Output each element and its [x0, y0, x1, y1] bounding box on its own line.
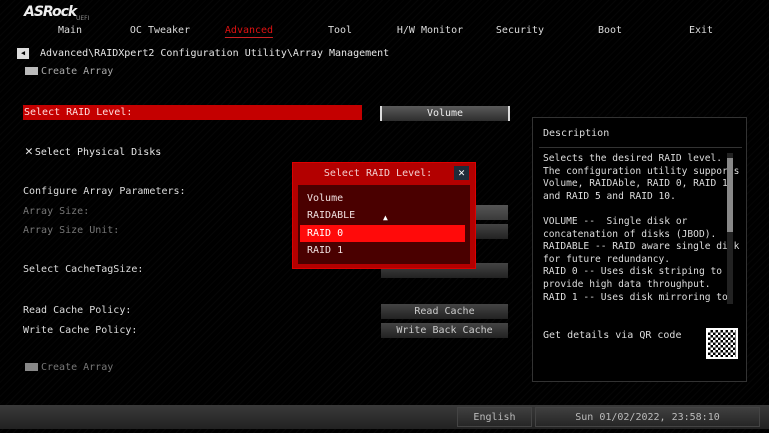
select-physical-disks-label: Select Physical Disks	[35, 147, 161, 158]
mouse-cursor-icon: ▲	[383, 213, 388, 222]
tools-icon: ✕	[25, 144, 33, 159]
cache-tag-size-label: Select CacheTagSize:	[23, 264, 143, 275]
datetime-display: Sun 01/02/2022, 23:58:10	[535, 407, 760, 427]
configure-array-label: Configure Array Parameters:	[23, 186, 186, 197]
tab-advanced[interactable]: Advanced	[225, 25, 273, 38]
folder-icon	[25, 67, 38, 75]
folder-icon	[25, 363, 38, 371]
read-cache-button[interactable]: Read Cache	[381, 304, 508, 319]
popup-title: Select RAID Level:	[293, 168, 463, 179]
raid-level-popup: Select RAID Level: ✕ Volume RAIDABLE RAI…	[292, 162, 476, 269]
raid-level-button[interactable]: Volume	[380, 106, 510, 121]
select-raid-level-row[interactable]: Select RAID Level:	[23, 105, 362, 120]
tab-boot[interactable]: Boot	[598, 25, 622, 36]
qr-label: Get details via QR code	[543, 330, 681, 341]
divider	[539, 147, 742, 148]
read-cache-policy-label: Read Cache Policy:	[23, 305, 131, 316]
tab-exit[interactable]: Exit	[689, 25, 713, 36]
status-bar: English Sun 01/02/2022, 23:58:10	[0, 405, 769, 429]
tab-security[interactable]: Security	[496, 25, 544, 36]
tab-main[interactable]: Main	[58, 25, 82, 36]
close-icon[interactable]: ✕	[454, 166, 469, 180]
popup-option-list: Volume RAIDABLE RAID 0 RAID 1	[298, 185, 470, 264]
description-text: Selects the desired RAID level. The conf…	[543, 153, 739, 304]
create-array-top[interactable]: Create Array	[25, 66, 113, 77]
breadcrumb: Advanced\RAIDXpert2 Configuration Utilit…	[40, 48, 389, 59]
uefi-label: UEFI	[76, 15, 89, 22]
array-size-label: Array Size:	[23, 206, 89, 217]
description-panel: Description Selects the desired RAID lev…	[532, 117, 747, 382]
language-button[interactable]: English	[457, 407, 532, 427]
option-raid-1[interactable]: RAID 1	[300, 242, 465, 259]
create-array-button[interactable]: Create Array	[25, 362, 113, 373]
description-scrollbar[interactable]	[727, 153, 733, 304]
description-title: Description	[543, 128, 609, 139]
select-physical-disks[interactable]: ✕Select Physical Disks	[25, 144, 161, 159]
asrock-logo: ASRock	[24, 4, 76, 20]
tab-tool[interactable]: Tool	[328, 25, 352, 36]
back-arrow-icon[interactable]: ◀	[17, 48, 29, 59]
create-array-label: Create Array	[41, 66, 113, 77]
scrollbar-thumb[interactable]	[727, 158, 733, 232]
write-cache-policy-label: Write Cache Policy:	[23, 325, 137, 336]
array-size-unit-label: Array Size Unit:	[23, 225, 119, 236]
option-volume[interactable]: Volume	[300, 190, 465, 207]
write-cache-button[interactable]: Write Back Cache	[381, 323, 508, 338]
qr-code-icon	[706, 328, 738, 359]
create-array-label: Create Array	[41, 362, 113, 373]
tab-oc-tweaker[interactable]: OC Tweaker	[130, 25, 190, 36]
option-raid-0[interactable]: RAID 0	[300, 225, 465, 242]
tab-hw-monitor[interactable]: H/W Monitor	[397, 25, 463, 36]
